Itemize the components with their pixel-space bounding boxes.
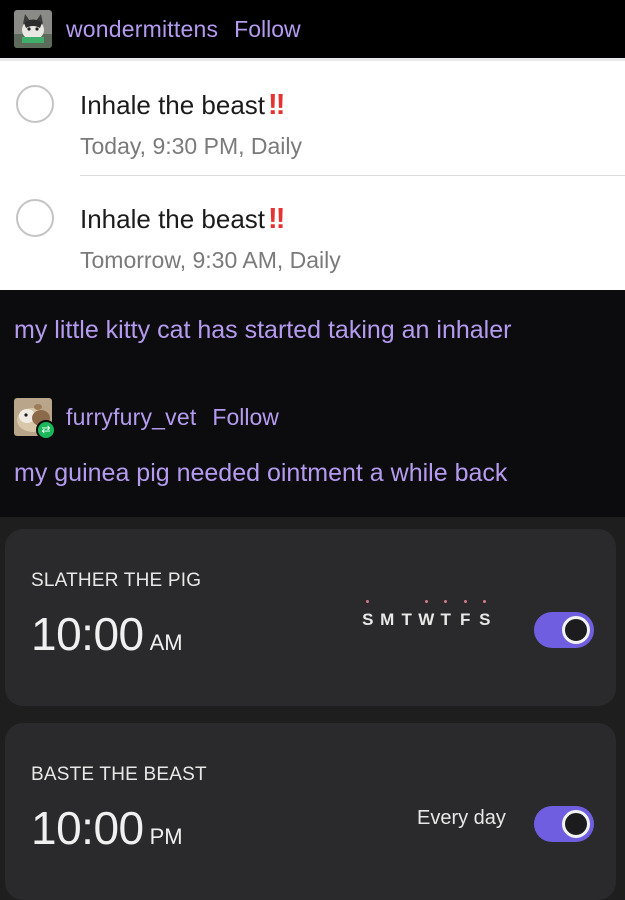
reminder-schedule: Tomorrow, 9:30 AM, Daily: [80, 247, 341, 273]
day-active-dot: [444, 600, 448, 603]
complete-checkbox[interactable]: [16, 85, 54, 123]
day-thursday: T: [436, 600, 456, 630]
priority-marker: !!: [268, 89, 285, 121]
username-wondermittens[interactable]: wondermittens: [66, 16, 218, 43]
priority-marker: !!: [268, 203, 285, 235]
post-text-furryfury-vet: my guinea pig needed ointment a while ba…: [14, 459, 508, 487]
day-saturday: S: [475, 600, 495, 630]
day-active-dot: [463, 600, 467, 603]
alarms-panel: SLATHER THE PIG 10:00 AM S M T W T F S BA…: [0, 517, 625, 900]
alarm-time: 10:00 PM: [31, 801, 183, 855]
alarm-period: PM: [149, 824, 183, 849]
reminder-title: Inhale the beast!!: [80, 203, 285, 236]
alarm-time-value: 10:00: [31, 802, 144, 854]
alarm-toggle[interactable]: [534, 612, 594, 648]
post-header-wondermittens: wondermittens Follow: [0, 0, 625, 58]
reminder-item[interactable]: Inhale the beast!! Today, 9:30 PM, Daily: [0, 61, 625, 173]
alarm-label: BASTE THE BEAST: [31, 764, 207, 785]
reminder-title-text: Inhale the beast: [80, 90, 266, 120]
reminder-title: Inhale the beast!!: [80, 89, 285, 122]
alarm-time: 10:00 AM: [31, 607, 183, 661]
alarm-time-value: 10:00: [31, 608, 144, 660]
reminder-title-text: Inhale the beast: [80, 204, 266, 234]
alarm-recurrence: Every day: [417, 807, 506, 829]
post-header-furryfury-vet: ⇄ furryfury_vet Follow: [0, 394, 625, 440]
alarm-label: SLATHER THE PIG: [31, 570, 202, 591]
alarm-toggle[interactable]: [534, 806, 594, 842]
day-active-dot: [424, 600, 428, 603]
day-active-dot: [483, 600, 487, 603]
complete-checkbox[interactable]: [16, 199, 54, 237]
day-wednesday: W: [417, 600, 437, 630]
day-tuesday: T: [401, 610, 412, 629]
post-text-wondermittens: my little kitty cat has started taking a…: [14, 316, 512, 344]
reminder-schedule: Today, 9:30 PM, Daily: [80, 133, 303, 159]
avatar-wondermittens[interactable]: [14, 10, 52, 48]
toggle-knob: [562, 810, 590, 838]
reminders-list: Inhale the beast!! Today, 9:30 PM, Daily…: [0, 58, 625, 290]
alarm-repeat-days: S M T W T F S: [358, 600, 495, 630]
day-active-dot: [366, 600, 370, 603]
alarm-period: AM: [149, 630, 183, 655]
day-friday: F: [456, 600, 476, 630]
reblog-icon: ⇄: [36, 420, 56, 440]
follow-button-wondermittens[interactable]: Follow: [234, 16, 300, 43]
avatar-furryfury-vet[interactable]: ⇄: [14, 398, 56, 440]
day-sunday: S: [358, 600, 378, 630]
alarm-card[interactable]: SLATHER THE PIG 10:00 AM S M T W T F S: [5, 529, 616, 706]
follow-button-furryfury-vet[interactable]: Follow: [212, 404, 278, 431]
reminder-item[interactable]: Inhale the beast!! Tomorrow, 9:30 AM, Da…: [0, 175, 625, 287]
alarm-card[interactable]: BASTE THE BEAST 10:00 PM Every day: [5, 723, 616, 900]
day-monday: M: [380, 610, 395, 629]
username-furryfury-vet[interactable]: furryfury_vet: [66, 404, 196, 431]
toggle-knob: [562, 616, 590, 644]
